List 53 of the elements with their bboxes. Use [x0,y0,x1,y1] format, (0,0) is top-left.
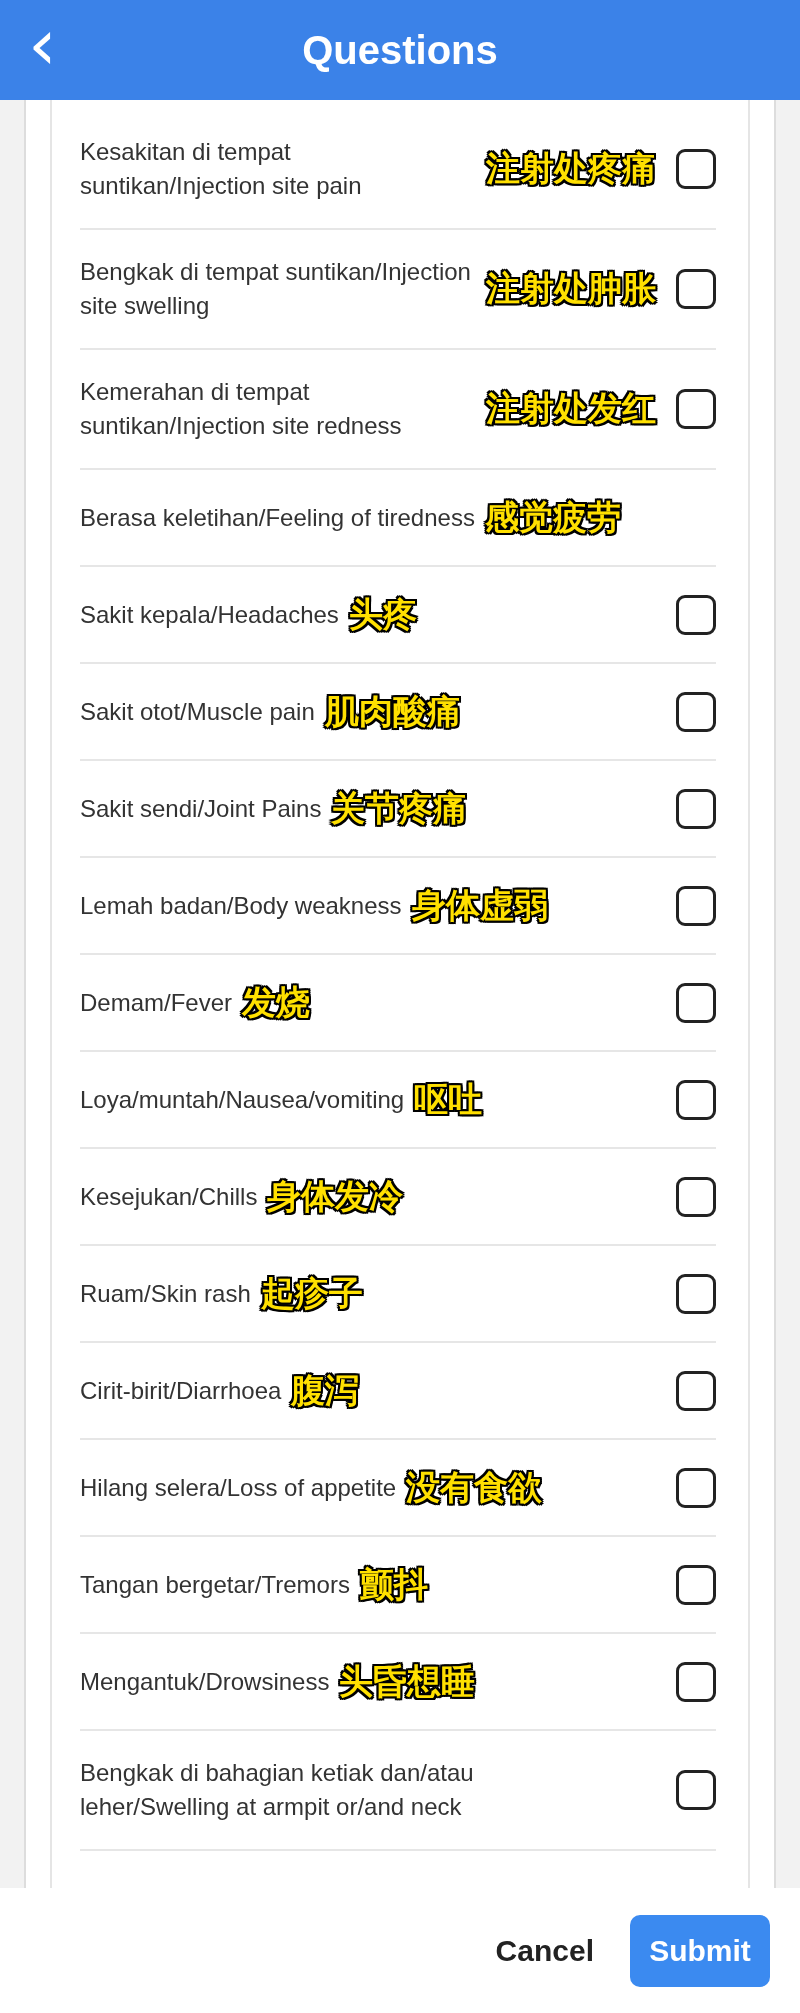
annotation-label: 身体发冷 [267,1175,404,1217]
checkbox[interactable] [676,594,716,635]
annotation-label: 身体虚弱 [411,884,548,926]
checkbox[interactable] [676,1273,716,1314]
checkbox[interactable] [676,691,716,732]
checkbox[interactable] [676,1661,716,1702]
checkbox[interactable] [676,269,716,309]
checkbox[interactable] [676,1079,716,1120]
annotation-label: 腹泻 [291,1369,360,1411]
question-label: Lemah badan/Body weakness [80,890,402,921]
checkbox[interactable] [676,1564,716,1605]
back-button[interactable]: ‹ [28,8,57,80]
question-label: Loya/muntah/Nausea/vomiting [80,1084,405,1115]
checkbox[interactable] [676,389,716,429]
checkbox[interactable] [676,1176,716,1217]
annotation-label: 注射处肿胀 [486,268,656,309]
checkbox[interactable] [676,982,716,1023]
annotation-label: 头疼 [348,593,417,635]
question-label: Tangan bergetar/Tremors [80,1569,350,1600]
annotation-label: 肌肉酸痛 [324,690,461,732]
annotation-label: 关节疼痛 [331,787,468,829]
question-label: Berasa keletihan/Feeling of tiredness [80,502,475,533]
annotation-label: 头昏想睡 [339,1660,476,1702]
cancel-button[interactable]: Cancel [489,1932,600,1969]
checkbox[interactable] [676,1467,716,1508]
annotation-label: 颤抖 [359,1563,428,1605]
annotation-label: 呕吐 [414,1078,483,1120]
checkbox[interactable] [676,1370,716,1411]
question-label: Hilang selera/Loss of appetite [80,1472,397,1503]
checkbox[interactable] [676,1770,716,1810]
question-label: Kesakitan di tempat suntikan/Injection site pain [80,137,363,201]
checkbox[interactable] [676,885,716,926]
question-label: Cirit-birit/Diarrhoea [80,1375,282,1406]
submit-button[interactable]: Submit [630,1914,770,1987]
question-label: Ruam/Skin rash [80,1278,251,1309]
question-label: Sakit otot/Muscle pain [80,696,315,727]
question-label: Mengantuk/Drowsiness [80,1666,330,1697]
question-label: Bengkak di tempat suntikan/Injection site swelling [80,257,472,321]
question-label: Kemerahan di tempat suntikan/Injection site redness [80,377,403,441]
annotation-label: 起疹子 [260,1272,363,1314]
screen-title: Questions [302,27,498,73]
question-label: Sakit sendi/Joint Pains [80,793,322,824]
question-label: Sakit kepala/Headaches [80,599,339,630]
question-label: Demam/Fever [80,987,233,1018]
annotation-label: 注射处发红 [486,388,656,429]
question-label: Bengkak di bahagian ketiak dan/atau leher/Swelling at armpit or/and neck [80,1758,475,1822]
checkbox[interactable] [676,788,716,829]
annotation-label: 注射处疼痛 [486,148,656,189]
checkbox[interactable] [676,149,716,189]
annotation-label: 没有食欲 [406,1466,543,1508]
question-label: Kesejukan/Chills [80,1181,258,1212]
annotation-label: 感觉疲劳 [484,496,621,538]
annotation-label: 发烧 [242,981,311,1023]
